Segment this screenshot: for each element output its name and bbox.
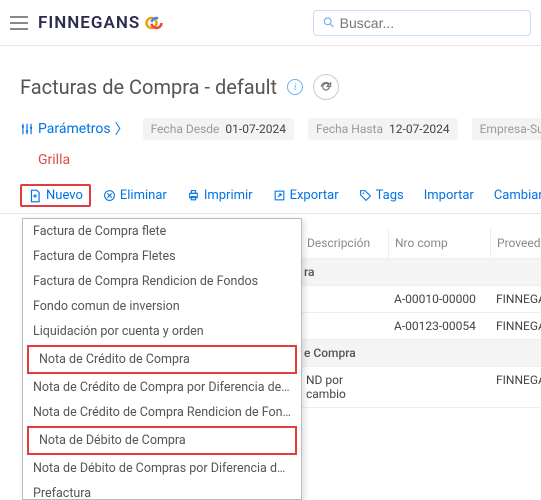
print-icon (187, 189, 200, 202)
group-label-1: ra (304, 265, 315, 279)
dropdown-scroll[interactable]: Factura de Compra fleteFactura de Compra… (23, 219, 301, 499)
cambiar-proveedor-button[interactable]: Cambiar proveedor (486, 184, 541, 207)
results-table: Descripción Nro comp Proveedor ra A-0001… (300, 228, 541, 408)
filter-from-value: 01-07-2024 (225, 122, 286, 136)
dropdown-item[interactable]: Factura de Compra Rendicion de Fondos (23, 269, 301, 294)
group-label-2: e Compra (304, 346, 356, 360)
cell-descripcion: ND por cambio (300, 367, 388, 407)
cell-nro: A-00010-00000 (388, 286, 490, 312)
brand-logo[interactable]: FINNEGANS (38, 13, 164, 33)
table-group-header[interactable]: e Compra (300, 340, 541, 367)
cell-proveedor: FINNEGAN (490, 286, 541, 312)
importar-button[interactable]: Importar (416, 184, 482, 207)
filter-to-value: 12-07-2024 (389, 122, 450, 136)
eliminar-button[interactable]: Eliminar (95, 184, 175, 207)
tags-label: Tags (376, 188, 404, 203)
cell-nro (388, 367, 490, 407)
dropdown-item[interactable]: Nota de Crédito de Compra Rendicion de F… (23, 400, 301, 425)
dropdown-item[interactable]: Liquidación por cuenta y orden (23, 319, 301, 344)
chevron-right-icon: 〉 (115, 119, 129, 139)
table-row[interactable]: ND por cambio FINNEGAN (300, 367, 541, 408)
filter-to[interactable]: Fecha Hasta 12-07-2024 (308, 118, 458, 140)
tag-icon (359, 189, 372, 202)
exportar-button[interactable]: Exportar (265, 184, 347, 207)
table-header: Descripción Nro comp Proveedor (300, 228, 541, 259)
cell-nro: A-00123-00054 (388, 313, 490, 339)
refresh-button[interactable] (313, 74, 339, 100)
cell-descripcion (300, 313, 388, 339)
nuevo-button[interactable]: Nuevo (20, 184, 91, 207)
filter-from-label: Fecha Desde (151, 122, 220, 136)
filter-branch[interactable]: Empresa-Sucursal Empresa Prueba (472, 118, 541, 140)
page-header: Facturas de Compra - default i (0, 46, 541, 116)
cambiar-label: Cambiar proveedor (494, 188, 541, 203)
dropdown-item[interactable]: Fondo comun de inversion (23, 294, 301, 319)
parameters-label: Parámetros (38, 121, 111, 137)
new-doc-icon (28, 189, 42, 203)
col-descripcion[interactable]: Descripción (300, 228, 388, 258)
table-row[interactable]: A-00010-00000FINNEGAN (300, 286, 541, 313)
refresh-icon (319, 80, 333, 94)
global-search[interactable] (313, 10, 531, 36)
table-group-header[interactable]: ra (300, 259, 541, 286)
cell-proveedor: FINNEGAN (490, 367, 541, 407)
brand-text: FINNEGANS (38, 13, 140, 33)
search-input[interactable] (340, 15, 522, 31)
filter-from[interactable]: Fecha Desde 01-07-2024 (143, 118, 294, 140)
action-toolbar: Nuevo Eliminar Imprimir Exportar Tags Im… (0, 178, 541, 214)
cell-proveedor: FINNEGAN (490, 313, 541, 339)
tags-button[interactable]: Tags (351, 184, 412, 207)
col-proveedor[interactable]: Proveedor (490, 228, 541, 258)
page-title: Facturas de Compra - default (20, 75, 277, 99)
top-bar: FINNEGANS (0, 0, 541, 46)
view-mode-label: Grilla (0, 148, 541, 178)
dropdown-item[interactable]: Prefactura (23, 481, 301, 499)
sliders-icon (20, 122, 34, 136)
nuevo-dropdown: Factura de Compra fleteFactura de Compra… (22, 218, 302, 500)
dropdown-item[interactable]: Nota de Crédito de Compra por Diferencia… (23, 375, 301, 400)
dropdown-item[interactable]: Nota de Débito de Compra (27, 426, 297, 455)
menu-icon[interactable] (10, 16, 28, 30)
export-icon (273, 189, 286, 202)
search-icon (322, 15, 336, 30)
nuevo-label: Nuevo (46, 188, 83, 203)
col-nro-comp[interactable]: Nro comp (388, 228, 490, 258)
importar-label: Importar (424, 188, 474, 203)
delete-icon (103, 189, 116, 202)
dropdown-item[interactable]: Nota de Débito de Compras por Diferencia… (23, 456, 301, 481)
dropdown-item[interactable]: Factura de Compra Fletes (23, 244, 301, 269)
exportar-label: Exportar (290, 188, 339, 203)
logo-rings-icon (144, 13, 164, 33)
dropdown-item[interactable]: Factura de Compra flete (23, 219, 301, 244)
filter-bar: Parámetros 〉 Fecha Desde 01-07-2024 Fech… (0, 116, 541, 148)
table-row[interactable]: A-00123-00054FINNEGAN (300, 313, 541, 340)
info-icon[interactable]: i (287, 79, 303, 95)
cell-descripcion (300, 286, 388, 312)
eliminar-label: Eliminar (120, 188, 167, 203)
dropdown-item[interactable]: Nota de Crédito de Compra (27, 345, 297, 374)
imprimir-label: Imprimir (204, 188, 253, 203)
filter-to-label: Fecha Hasta (316, 122, 383, 136)
parameters-link[interactable]: Parámetros 〉 (20, 119, 129, 139)
filter-branch-label: Empresa-Sucursal (480, 122, 541, 136)
imprimir-button[interactable]: Imprimir (179, 184, 261, 207)
